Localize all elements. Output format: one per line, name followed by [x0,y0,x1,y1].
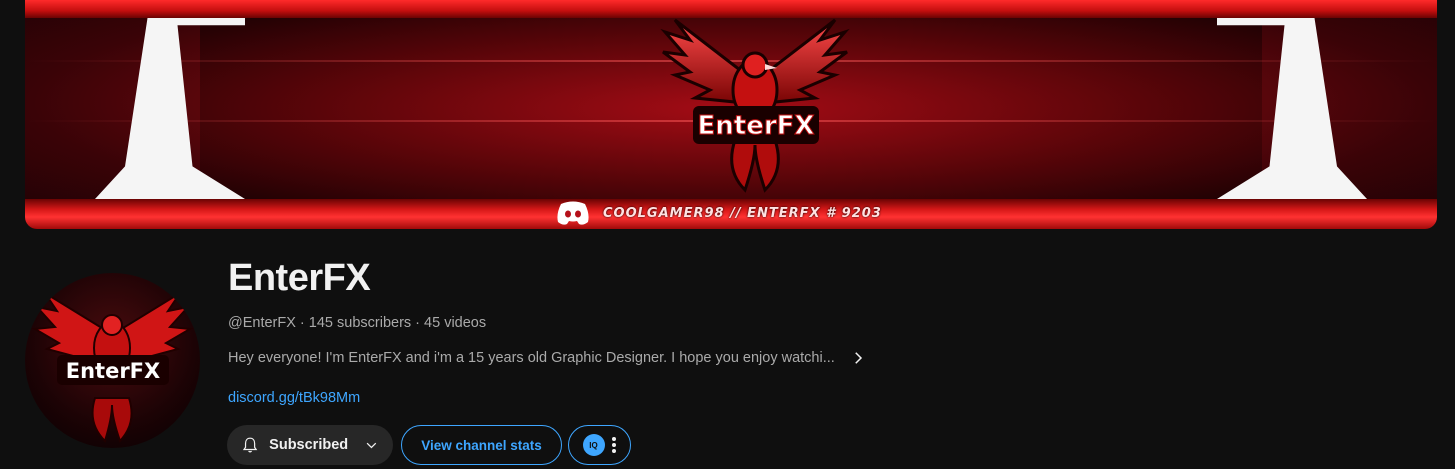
channel-avatar[interactable]: EnterFX [25,273,200,448]
description-text: Hey everyone! I'm EnterFX and i'm a 15 y… [228,350,835,366]
channel-meta: @EnterFX · 145 subscribers · 45 videos [228,315,487,331]
extension-logo-text: IQ [589,440,598,450]
extension-logo-icon: IQ [582,434,605,456]
subscribed-button[interactable]: Subscribed [227,425,393,465]
banner-discord-text: COOLGAMER98 // ENTERFX # 9203 [603,205,882,221]
subscribed-label: Subscribed [269,437,349,453]
more-vertical-icon [611,437,616,453]
avatar-logo-text: EnterFX [66,359,160,383]
discord-icon [557,201,589,225]
chevron-right-icon [855,352,862,364]
channel-link[interactable]: discord.gg/tBk98Mm [228,390,360,406]
channel-description[interactable]: Hey everyone! I'm EnterFX and i'm a 15 y… [228,349,867,367]
banner-logo-text: EnterFX [698,111,815,141]
view-channel-stats-button[interactable]: View channel stats [401,425,562,465]
chevron-down-icon [366,442,377,449]
avatar-phoenix-logo: EnterFX [31,292,194,443]
extension-menu-button[interactable]: IQ [568,425,631,465]
channel-name: EnterFX [228,257,371,299]
banner-discord-line: COOLGAMER98 // ENTERFX # 9203 [555,199,882,227]
banner-phoenix-logo: EnterFX [660,18,850,193]
channel-banner: EnterFX COOLGAMER98 // ENTERFX # 9203 [25,0,1437,229]
bell-icon [242,437,258,453]
